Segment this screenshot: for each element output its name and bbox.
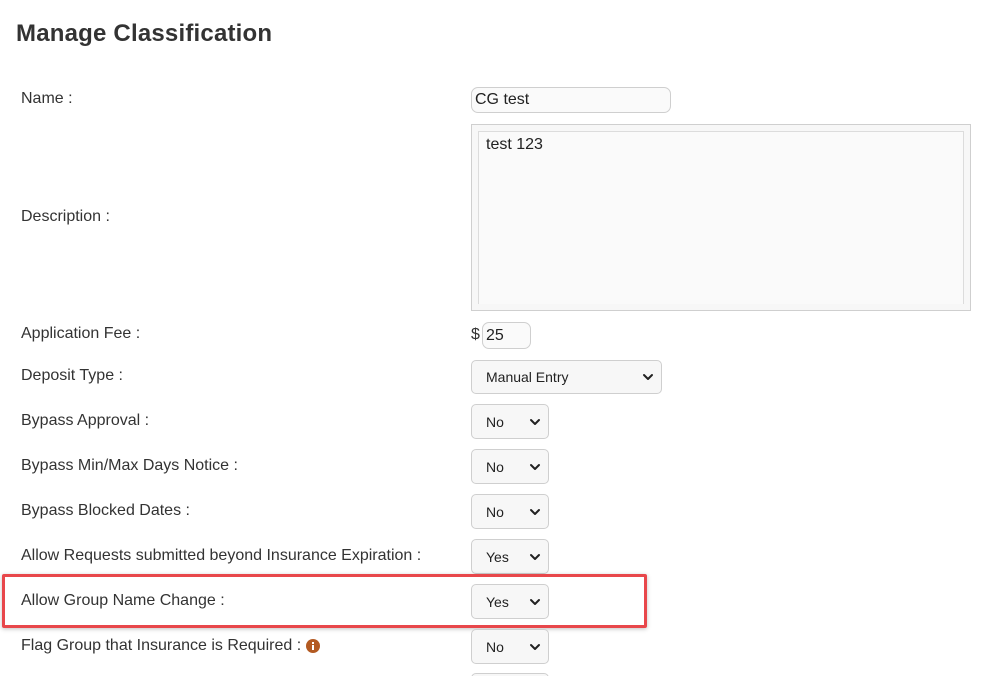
bypass-min-max-days-label: Bypass Min/Max Days Notice : bbox=[21, 457, 238, 474]
currency-symbol: $ bbox=[471, 326, 480, 343]
name-input[interactable] bbox=[471, 87, 671, 113]
flag-group-insurance-required-text: Flag Group that Insurance is Required : bbox=[21, 637, 302, 654]
bypass-approval-value: No bbox=[486, 413, 504, 430]
info-circle-icon[interactable] bbox=[306, 639, 321, 653]
bypass-approval-label: Bypass Approval : bbox=[21, 412, 150, 429]
bypass-blocked-dates-label: Bypass Blocked Dates : bbox=[21, 502, 190, 519]
chevron-down-icon bbox=[530, 508, 540, 515]
chevron-down-icon bbox=[530, 553, 540, 560]
flag-group-insurance-required-value: No bbox=[486, 638, 504, 655]
description-field: test 123 bbox=[471, 124, 971, 311]
bypass-min-max-days-value: No bbox=[486, 458, 504, 475]
chevron-down-icon bbox=[530, 463, 540, 470]
flag-group-insurance-required-label: Flag Group that Insurance is Required : bbox=[21, 637, 321, 655]
bypass-blocked-dates-value: No bbox=[486, 503, 504, 520]
name-label: Name : bbox=[21, 90, 73, 107]
bypass-min-max-days-select[interactable]: No bbox=[471, 449, 549, 484]
application-fee-label: Application Fee : bbox=[21, 325, 141, 342]
deposit-type-label: Deposit Type : bbox=[21, 367, 123, 384]
chevron-down-icon bbox=[643, 374, 653, 380]
description-textarea[interactable]: test 123 bbox=[478, 131, 964, 304]
application-fee-input[interactable] bbox=[482, 322, 531, 349]
allow-group-name-change-label: Allow Group Name Change : bbox=[21, 592, 225, 609]
description-label: Description : bbox=[21, 208, 110, 225]
deposit-type-select[interactable]: Manual Entry bbox=[471, 360, 662, 394]
chevron-down-icon bbox=[530, 598, 540, 605]
allow-group-name-change-value: Yes bbox=[486, 593, 509, 610]
page-title: Manage Classification bbox=[16, 20, 273, 47]
allow-group-name-change-select[interactable]: Yes bbox=[471, 584, 549, 619]
allow-requests-beyond-insurance-label: Allow Requests submitted beyond Insuranc… bbox=[21, 547, 422, 564]
allow-requests-beyond-insurance-value: Yes bbox=[486, 548, 509, 565]
flag-group-insurance-required-select[interactable]: No bbox=[471, 629, 549, 664]
deposit-type-value: Manual Entry bbox=[486, 369, 569, 385]
chevron-down-icon bbox=[530, 418, 540, 425]
chevron-down-icon bbox=[530, 643, 540, 650]
allow-requests-beyond-insurance-select[interactable]: Yes bbox=[471, 539, 549, 574]
bypass-approval-select[interactable]: No bbox=[471, 404, 549, 439]
bypass-blocked-dates-select[interactable]: No bbox=[471, 494, 549, 529]
